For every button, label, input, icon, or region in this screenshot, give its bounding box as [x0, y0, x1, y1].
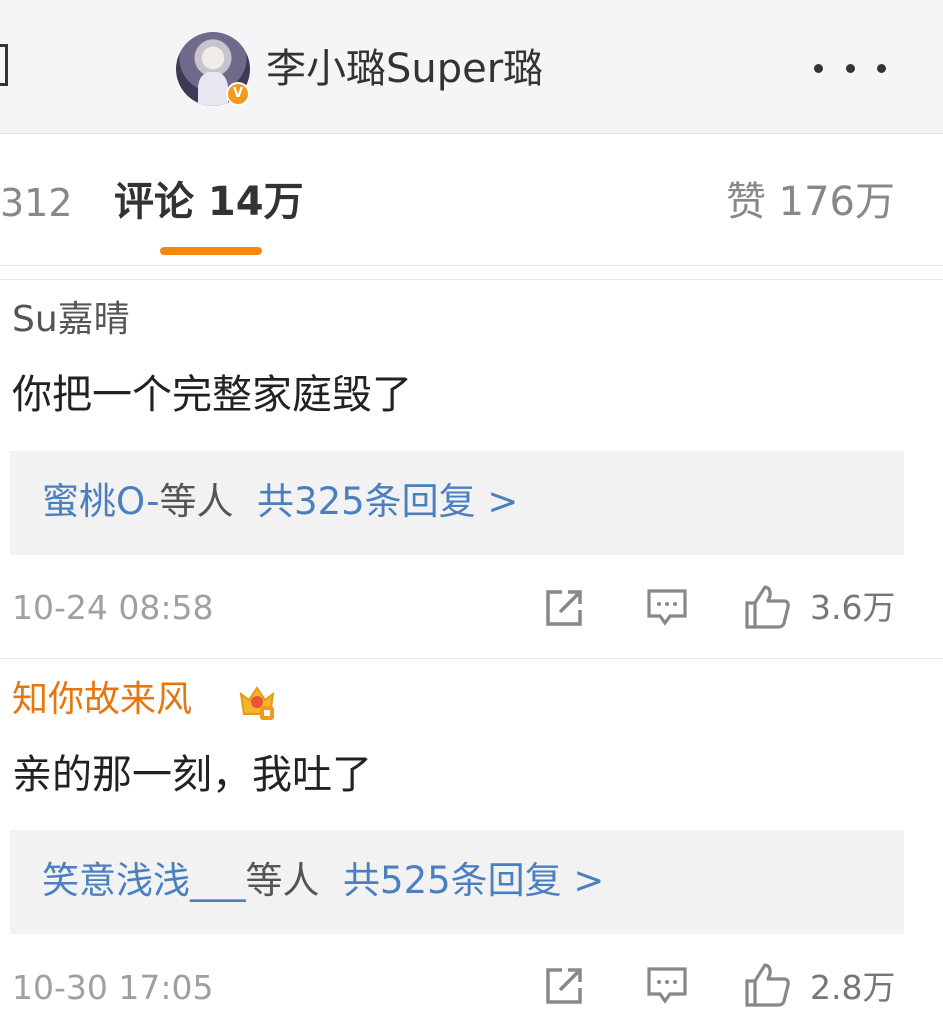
like-icon[interactable] [744, 584, 792, 630]
share-icon[interactable] [544, 588, 586, 628]
tab-likes[interactable]: 赞 176万 [726, 178, 895, 226]
like-count: 3.6万 [810, 588, 896, 627]
comment-username[interactable]: 知你故来风 [12, 678, 192, 722]
reply-total[interactable]: 共525条回复 > [343, 859, 604, 902]
reply-users[interactable]: 蜜桃O- [42, 480, 160, 523]
account-name[interactable]: 李小璐Super璐 [266, 44, 543, 94]
comment-time: 10-30 17:05 [12, 968, 214, 1007]
reply-users[interactable]: 笑意浅浅___ [42, 859, 246, 902]
like-icon[interactable] [744, 962, 792, 1008]
divider [0, 658, 943, 659]
reply-total[interactable]: 共325条回复 > [257, 480, 518, 523]
like-count: 2.8万 [810, 968, 896, 1007]
reply-mid: 等人 [159, 480, 234, 523]
tab-comments[interactable]: 评论 14万 [114, 178, 304, 226]
reply-mid: 等人 [245, 859, 320, 902]
comment-text: 亲的那一刻，我吐了 [12, 752, 372, 798]
divider [0, 279, 943, 280]
tab-reposts[interactable]: 312 [0, 180, 73, 226]
verified-badge-icon: V [226, 82, 250, 106]
more-icon[interactable] [808, 50, 892, 86]
comment-text: 你把一个完整家庭毁了 [12, 372, 412, 418]
comment-icon[interactable] [646, 966, 688, 1006]
comment-icon[interactable] [646, 588, 688, 628]
vip-crown-icon [239, 686, 275, 720]
share-icon[interactable] [544, 966, 586, 1006]
back-icon[interactable] [0, 44, 8, 86]
top-bar: V 李小璐Super璐 [0, 0, 943, 134]
reply-summary[interactable]: 蜜桃O-等人 共325条回复 > [10, 451, 904, 555]
comment-username[interactable]: Su嘉晴 [12, 298, 130, 342]
tab-active-indicator [160, 247, 262, 255]
reply-summary[interactable]: 笑意浅浅___等人 共525条回复 > [10, 830, 904, 934]
tab-bar: 312 评论 14万 赞 176万 [0, 134, 943, 266]
comment-time: 10-24 08:58 [12, 588, 214, 627]
